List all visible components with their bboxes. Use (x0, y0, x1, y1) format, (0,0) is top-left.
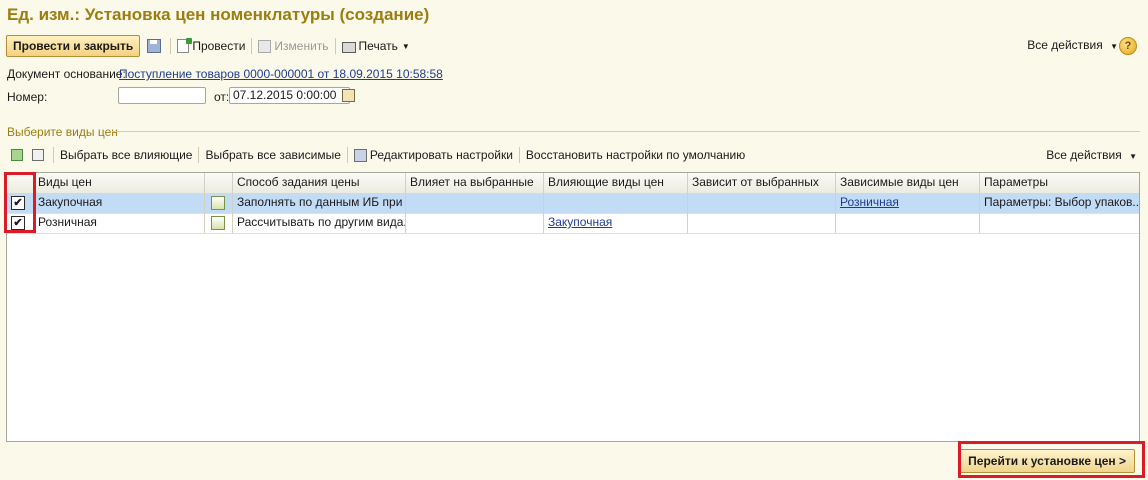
depends-on-selected (688, 193, 836, 213)
calendar-icon[interactable] (341, 89, 355, 103)
header-price-types[interactable]: Виды цен (34, 173, 205, 193)
date-label: от: (214, 90, 230, 104)
affects-selected (406, 193, 544, 213)
settings-icon (353, 148, 367, 162)
print-button[interactable]: Печать ▼ (339, 36, 413, 56)
table-toolbar: Выбрать все влияющие Выбрать все зависим… (8, 145, 748, 165)
table-header: Виды цен Способ задания цены Влияет на в… (7, 173, 1139, 194)
all-actions-menu[interactable]: Все действия ▼ (1027, 38, 1118, 52)
main-toolbar: Провести и закрыть Провести Изменить Печ… (6, 35, 413, 57)
price-method: Рассчитывать по другим вида... (233, 213, 406, 233)
price-type-icon-cell (205, 213, 233, 233)
table-row[interactable]: ✔ Розничная Рассчитывать по другим вида.… (7, 213, 1139, 234)
price-types-group-title: Выберите виды цен (7, 125, 118, 139)
toolbar-separator (170, 38, 172, 54)
select-all-dependent-button[interactable]: Выбрать все зависимые (202, 145, 343, 165)
next-button-highlight-frame (958, 441, 1145, 478)
base-document-label: Документ основание: (7, 67, 126, 81)
table-all-actions-label: Все действия (1046, 148, 1122, 162)
parameters (980, 213, 1139, 233)
add-icon (11, 149, 23, 161)
dependent-types-cell: Розничная (836, 193, 980, 213)
date-field[interactable]: 07.12.2015 0:00:00 (229, 87, 355, 104)
chevron-down-icon: ▼ (1110, 42, 1118, 51)
all-actions-label: Все действия (1027, 38, 1103, 52)
price-type-icon (211, 216, 225, 230)
parameters: Параметры: Выбор упаков... (984, 195, 1140, 209)
influencing-types (544, 193, 688, 213)
depends-on-selected (688, 213, 836, 233)
toolbar-separator (198, 147, 200, 163)
base-document-link[interactable]: Поступление товаров 0000-000001 от 18.09… (119, 67, 443, 81)
table-row[interactable]: ✔ Закупочная Заполнять по данным ИБ при … (7, 193, 1139, 214)
header-icon[interactable] (205, 173, 233, 193)
number-label: Номер: (7, 90, 48, 104)
header-dependent-types[interactable]: Зависимые виды цен (836, 173, 980, 193)
edit-settings-button[interactable]: Редактировать настройки (351, 145, 516, 165)
save-icon (147, 39, 162, 53)
help-icon[interactable]: ? (1119, 37, 1137, 55)
table-all-actions-menu[interactable]: Все действия ▼ (1046, 148, 1137, 162)
select-all-influencing-button[interactable]: Выбрать все влияющие (57, 145, 195, 165)
toolbar-separator (518, 147, 520, 163)
checkbox-highlight-frame (4, 172, 36, 233)
price-types-table: Виды цен Способ задания цены Влияет на в… (6, 172, 1140, 442)
print-label: Печать (358, 39, 398, 53)
post-label: Провести (192, 39, 246, 53)
header-parameters[interactable]: Параметры (980, 173, 1139, 193)
group-divider (112, 131, 1140, 132)
influencing-types-cell: Закупочная (544, 213, 688, 233)
copy-row-button[interactable] (29, 145, 50, 165)
date-value: 07.12.2015 0:00:00 (233, 88, 337, 102)
edit-settings-label: Редактировать настройки (369, 148, 513, 162)
restore-defaults-button[interactable]: Восстановить настройки по умолчанию (523, 145, 748, 165)
post-and-close-button[interactable]: Провести и закрыть (6, 35, 141, 57)
dependent-types (836, 213, 980, 233)
price-type-icon (211, 196, 225, 210)
affects-selected (406, 213, 544, 233)
price-type-name: Закупочная (34, 193, 205, 213)
toolbar-separator (346, 147, 348, 163)
edit-label: Изменить (274, 39, 329, 53)
post-button[interactable]: Провести (174, 36, 248, 56)
post-icon (177, 38, 193, 53)
edit-icon (258, 39, 272, 53)
price-type-name: Розничная (34, 213, 205, 233)
edit-button[interactable]: Изменить (255, 36, 331, 56)
header-depends-on-selected[interactable]: Зависит от выбранных (688, 173, 836, 193)
price-type-icon-cell (205, 193, 233, 213)
toolbar-separator (53, 147, 54, 163)
influencing-type-link[interactable]: Закупочная (548, 215, 612, 229)
add-row-button[interactable] (8, 145, 29, 165)
dependent-type-link[interactable]: Розничная (840, 195, 899, 209)
price-method: Заполнять по данным ИБ при ... (233, 193, 406, 213)
header-affects-selected[interactable]: Влияет на выбранные (406, 173, 544, 193)
chevron-down-icon: ▼ (401, 41, 410, 51)
chevron-down-icon: ▼ (1129, 152, 1137, 161)
printer-icon (341, 42, 356, 53)
number-field[interactable] (118, 87, 206, 104)
save-button[interactable] (144, 36, 167, 56)
toolbar-separator (334, 38, 336, 54)
page-title: Ед. изм.: Установка цен номенклатуры (со… (7, 5, 430, 24)
header-influencing-types[interactable]: Влияющие виды цен (544, 173, 688, 193)
copy-icon (32, 149, 44, 161)
header-price-method[interactable]: Способ задания цены (233, 173, 406, 193)
toolbar-separator (251, 38, 253, 54)
